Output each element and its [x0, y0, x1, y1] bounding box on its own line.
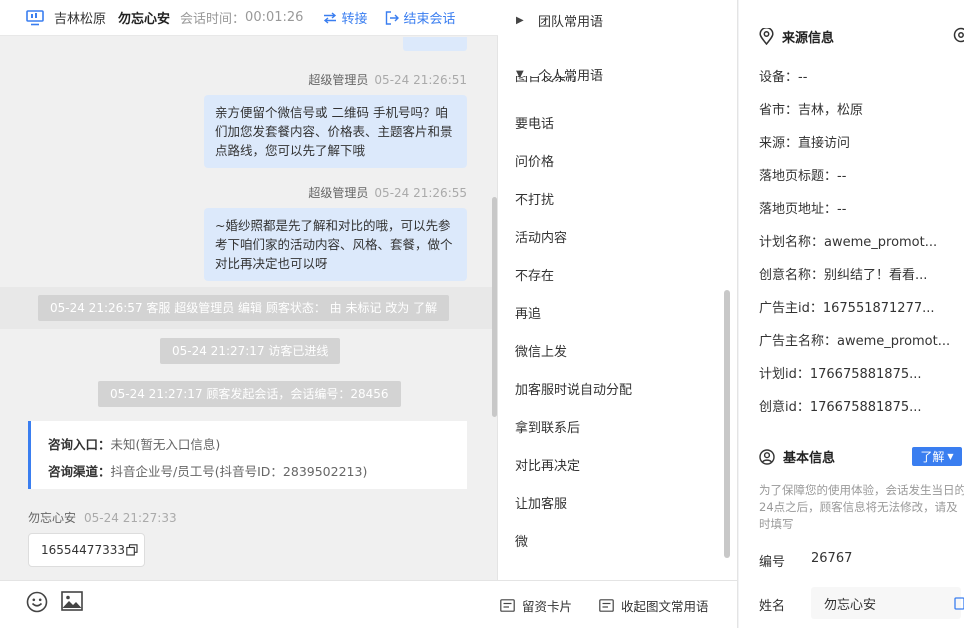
source-field: 来源：直接访问 — [759, 136, 851, 151]
visitor-message-meta: 勿忘心安 05-24 21:27:33 — [28, 509, 177, 526]
source-info-title: 来源信息 — [759, 27, 834, 46]
message-time: 05-24 21:26:51 — [374, 73, 467, 87]
source-field: 设备：-- — [759, 70, 808, 85]
source-field: 广告主id：167551871277... — [759, 301, 935, 316]
sender-name: 超级管理员 — [308, 73, 369, 87]
visitor-message-bubble: 16554477333 — [28, 533, 145, 567]
source-field: 计划名称：aweme_promot... — [759, 235, 938, 250]
phrase-item[interactable]: 再追 — [515, 303, 541, 322]
phrase-item[interactable]: 微信上发 — [515, 341, 567, 360]
message-time: 05-24 21:26:55 — [374, 186, 467, 200]
phrase-item[interactable]: 微 — [515, 531, 528, 550]
source-field: 创意名称：别纠结了！看看... — [759, 268, 928, 283]
group-label: 团队常用语 — [538, 15, 604, 30]
group-team-phrases[interactable]: ▶ 团队常用语 — [516, 11, 603, 30]
transfer-icon — [324, 11, 337, 24]
visitor-message-time: 05-24 21:27:33 — [84, 511, 177, 525]
customer-status-dropdown[interactable]: 了解 ▼ — [912, 447, 962, 466]
consult-entry-row: 咨询入口：未知(暂无入口信息) — [48, 437, 221, 452]
visitor-message-text: 16554477333 — [41, 543, 125, 557]
chat-pane: 吉林松原 勿忘心安 会话时间： 00:01:26 转接 结束会话 超级管理员 0… — [0, 0, 498, 628]
collapse-phrases-button[interactable]: 收起图文常用语 — [599, 596, 709, 615]
card-icon — [500, 599, 515, 612]
phrases-scrollbar[interactable] — [724, 290, 730, 558]
phrases-footer: 留资卡片 收起图文常用语 — [498, 580, 737, 628]
phrase-item[interactable]: 加客服时说自动分配 — [515, 379, 632, 398]
quick-phrases-panel: ▶ 团队常用语 ▼ 个人常用语 图百发条厅 要电话 问价格 不打扰 活动内容 不… — [498, 0, 738, 628]
visitor-location: 吉林松原 — [54, 12, 107, 27]
copy-icon[interactable] — [954, 596, 964, 610]
source-field: 广告主名称：aweme_promot... — [759, 334, 951, 349]
user-circle-icon — [759, 448, 775, 465]
system-notice: 05-24 21:26:57 客服 超级管理员 编辑 顾客状态： 由 未标记 改… — [38, 295, 450, 321]
basic-info-title: 基本信息 — [759, 447, 835, 466]
consult-entry-value: 未知(暂无入口信息) — [110, 437, 221, 452]
consult-channel-value: 抖音企业号/员工号(抖音号ID：2839502213) — [110, 464, 368, 479]
id-label: 编号 — [759, 555, 786, 570]
chat-header: 吉林松原 勿忘心安 会话时间： 00:01:26 转接 结束会话 — [0, 0, 498, 36]
phrase-item[interactable]: 让加客服 — [515, 493, 567, 512]
copy-icon[interactable] — [126, 544, 138, 556]
phrase-item[interactable]: 拿到联系后 — [515, 417, 580, 436]
source-field: 计划id：176675881875... — [759, 367, 922, 382]
visitor-name: 勿忘心安 — [28, 511, 77, 525]
source-field: 落地页地址：-- — [759, 202, 847, 217]
emoji-icon[interactable] — [26, 591, 48, 613]
visitor-nickname: 勿忘心安 — [118, 12, 171, 27]
message-icon — [599, 599, 614, 612]
name-label: 姓名 — [759, 599, 786, 614]
exit-icon — [386, 10, 400, 25]
consult-channel-row: 咨询渠道：抖音企业号/员工号(抖音号ID：2839502213) — [48, 464, 368, 479]
caret-right-icon: ▶ — [516, 15, 524, 26]
system-notice: 05-24 21:27:17 顾客发起会话，会话编号：28456 — [98, 381, 401, 407]
sender-name: 超级管理员 — [308, 186, 369, 200]
lead-card-button[interactable]: 留资卡片 — [500, 596, 572, 615]
session-time-value: 00:01:26 — [245, 10, 304, 25]
name-input[interactable]: 勿忘心安 — [811, 587, 961, 619]
message-list[interactable]: 超级管理员 05-24 21:26:51 亲方便留个微信号或 二维码 手机号吗？咱… — [0, 37, 498, 580]
phrase-item[interactable]: 不存在 — [515, 265, 554, 284]
caret-down-icon: ▼ — [947, 452, 954, 461]
settings-icon[interactable] — [953, 27, 964, 43]
chat-scrollbar[interactable] — [492, 197, 497, 417]
customer-info-panel: 来源信息 设备：-- 省市：吉林，松原 来源：直接访问 落地页标题：-- 落地页… — [739, 0, 964, 628]
phrase-item[interactable]: 问价格 — [515, 151, 554, 170]
source-field: 落地页标题：-- — [759, 169, 847, 184]
end-session-label: 结束会话 — [403, 12, 456, 27]
agent-message-bubble: 亲方便留个微信号或 二维码 手机号吗？咱们加您发套餐内容、价格表、主题客片和景点… — [204, 95, 467, 168]
transfer-label: 转接 — [341, 12, 368, 27]
phrase-item[interactable]: 不打扰 — [515, 189, 554, 208]
previous-bubble-fragment — [403, 37, 467, 51]
edit-deadline-note: 为了保障您的使用体验，会话发生当日的24点之后，顾客信息将无法修改，请及时填写 — [759, 483, 964, 531]
phrase-item-partial[interactable]: 图百发条厅 — [515, 76, 715, 88]
image-icon[interactable] — [61, 591, 83, 611]
agent-message-bubble: ~婚纱照都是先了解和对比的哦，可以先参考下咱们家的活动内容、风格、套餐，做个对比… — [204, 208, 467, 281]
message-meta: 超级管理员 05-24 21:26:51 — [308, 71, 467, 88]
transfer-button[interactable]: 转接 — [323, 8, 367, 27]
end-session-button[interactable]: 结束会话 — [385, 8, 455, 27]
phrase-item[interactable]: 要电话 — [515, 113, 554, 132]
system-notice: 05-24 21:27:17 访客已进线 — [160, 338, 341, 364]
id-value: 26767 — [811, 551, 853, 566]
phrase-item[interactable]: 对比再决定 — [515, 455, 580, 474]
chat-toolbar — [0, 580, 498, 628]
source-field: 创意id：176675881875... — [759, 400, 922, 415]
phrase-item[interactable]: 活动内容 — [515, 227, 567, 246]
customer-service-chat-app: 吉林松原 勿忘心安 会话时间： 00:01:26 转接 结束会话 超级管理员 0… — [0, 0, 964, 628]
source-field: 省市：吉林，松原 — [759, 103, 864, 118]
monitor-icon — [26, 9, 44, 25]
location-pin-icon — [759, 28, 774, 45]
message-meta: 超级管理员 05-24 21:26:55 — [308, 184, 467, 201]
session-time-label: 会话时间： — [180, 12, 246, 27]
consult-info-card: 咨询入口：未知(暂无入口信息) 咨询渠道：抖音企业号/员工号(抖音号ID：283… — [28, 421, 467, 489]
